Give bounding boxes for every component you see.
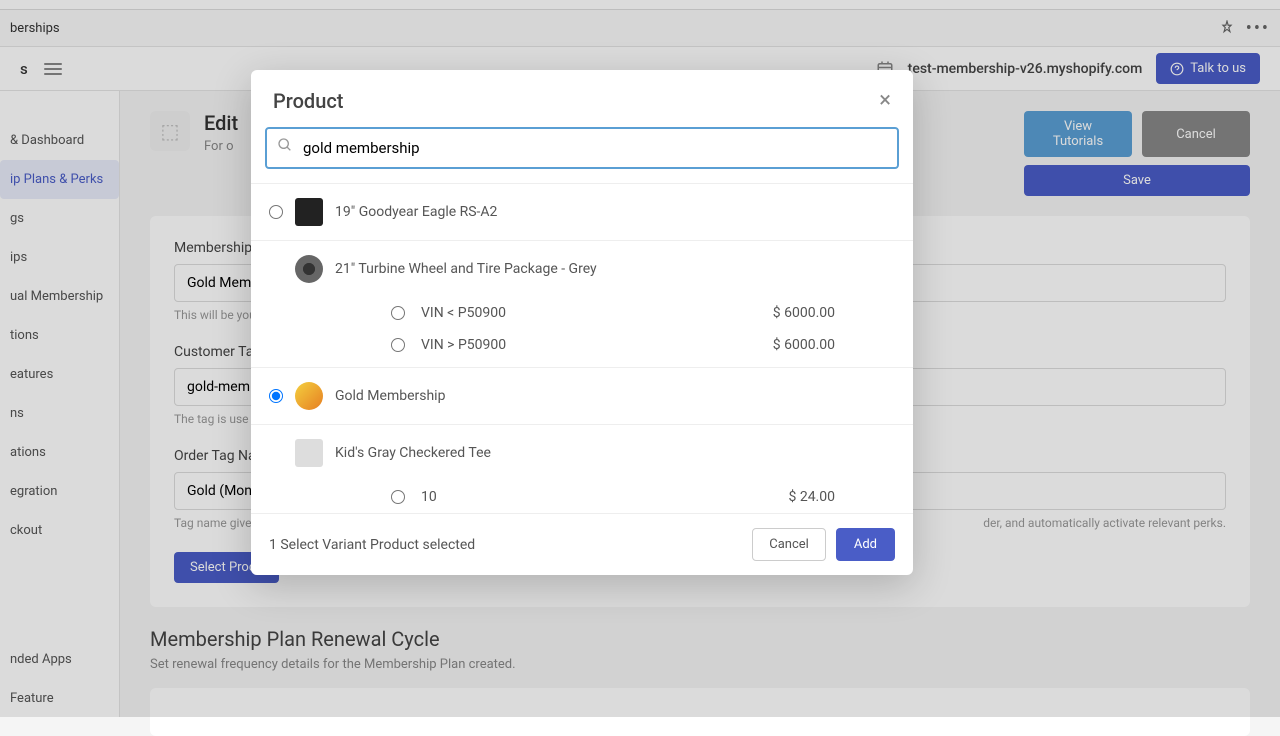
product-modal: Product × 19" Goodyear Eagle RS-A2 21" T… xyxy=(251,70,913,575)
product-row[interactable]: Gold Membership xyxy=(251,368,913,425)
product-list[interactable]: 19" Goodyear Eagle RS-A2 21" Turbine Whe… xyxy=(251,183,913,513)
variant-name: VIN > P50900 xyxy=(421,337,601,353)
product-thumb xyxy=(295,439,323,467)
product-name: Gold Membership xyxy=(335,388,445,404)
modal-title: Product xyxy=(273,89,343,113)
product-row[interactable]: 19" Goodyear Eagle RS-A2 xyxy=(251,184,913,241)
modal-cancel-button[interactable]: Cancel xyxy=(752,528,826,561)
variant-price: $ 6000.00 xyxy=(773,337,835,353)
variant-name: VIN < P50900 xyxy=(421,305,601,321)
product-row[interactable]: 21" Turbine Wheel and Tire Package - Gre… xyxy=(251,241,913,297)
product-row[interactable]: Kid's Gray Checkered Tee xyxy=(251,425,913,481)
variant-price: $ 6000.00 xyxy=(773,305,835,321)
product-thumb xyxy=(295,382,323,410)
product-name: Kid's Gray Checkered Tee xyxy=(335,445,491,461)
variant-row[interactable]: VIN > P50900 $ 6000.00 xyxy=(251,329,913,368)
modal-add-button[interactable]: Add xyxy=(836,528,895,561)
product-thumb xyxy=(295,255,323,283)
variant-price: $ 24.00 xyxy=(788,489,835,505)
variant-row[interactable]: VIN < P50900 $ 6000.00 xyxy=(251,297,913,329)
close-icon[interactable]: × xyxy=(879,88,891,113)
variant-radio[interactable] xyxy=(391,338,405,352)
search-input[interactable] xyxy=(265,127,899,169)
variant-name: 10 xyxy=(421,489,601,505)
product-thumb xyxy=(295,198,323,226)
variant-row[interactable]: 10 $ 24.00 xyxy=(251,481,913,513)
variant-radio[interactable] xyxy=(391,306,405,320)
variant-radio[interactable] xyxy=(391,490,405,504)
product-radio[interactable] xyxy=(269,205,283,219)
product-radio[interactable] xyxy=(269,389,283,403)
selected-count-text: 1 Select Variant Product selected xyxy=(269,537,475,553)
product-name: 21" Turbine Wheel and Tire Package - Gre… xyxy=(335,261,597,277)
product-name: 19" Goodyear Eagle RS-A2 xyxy=(335,204,497,220)
